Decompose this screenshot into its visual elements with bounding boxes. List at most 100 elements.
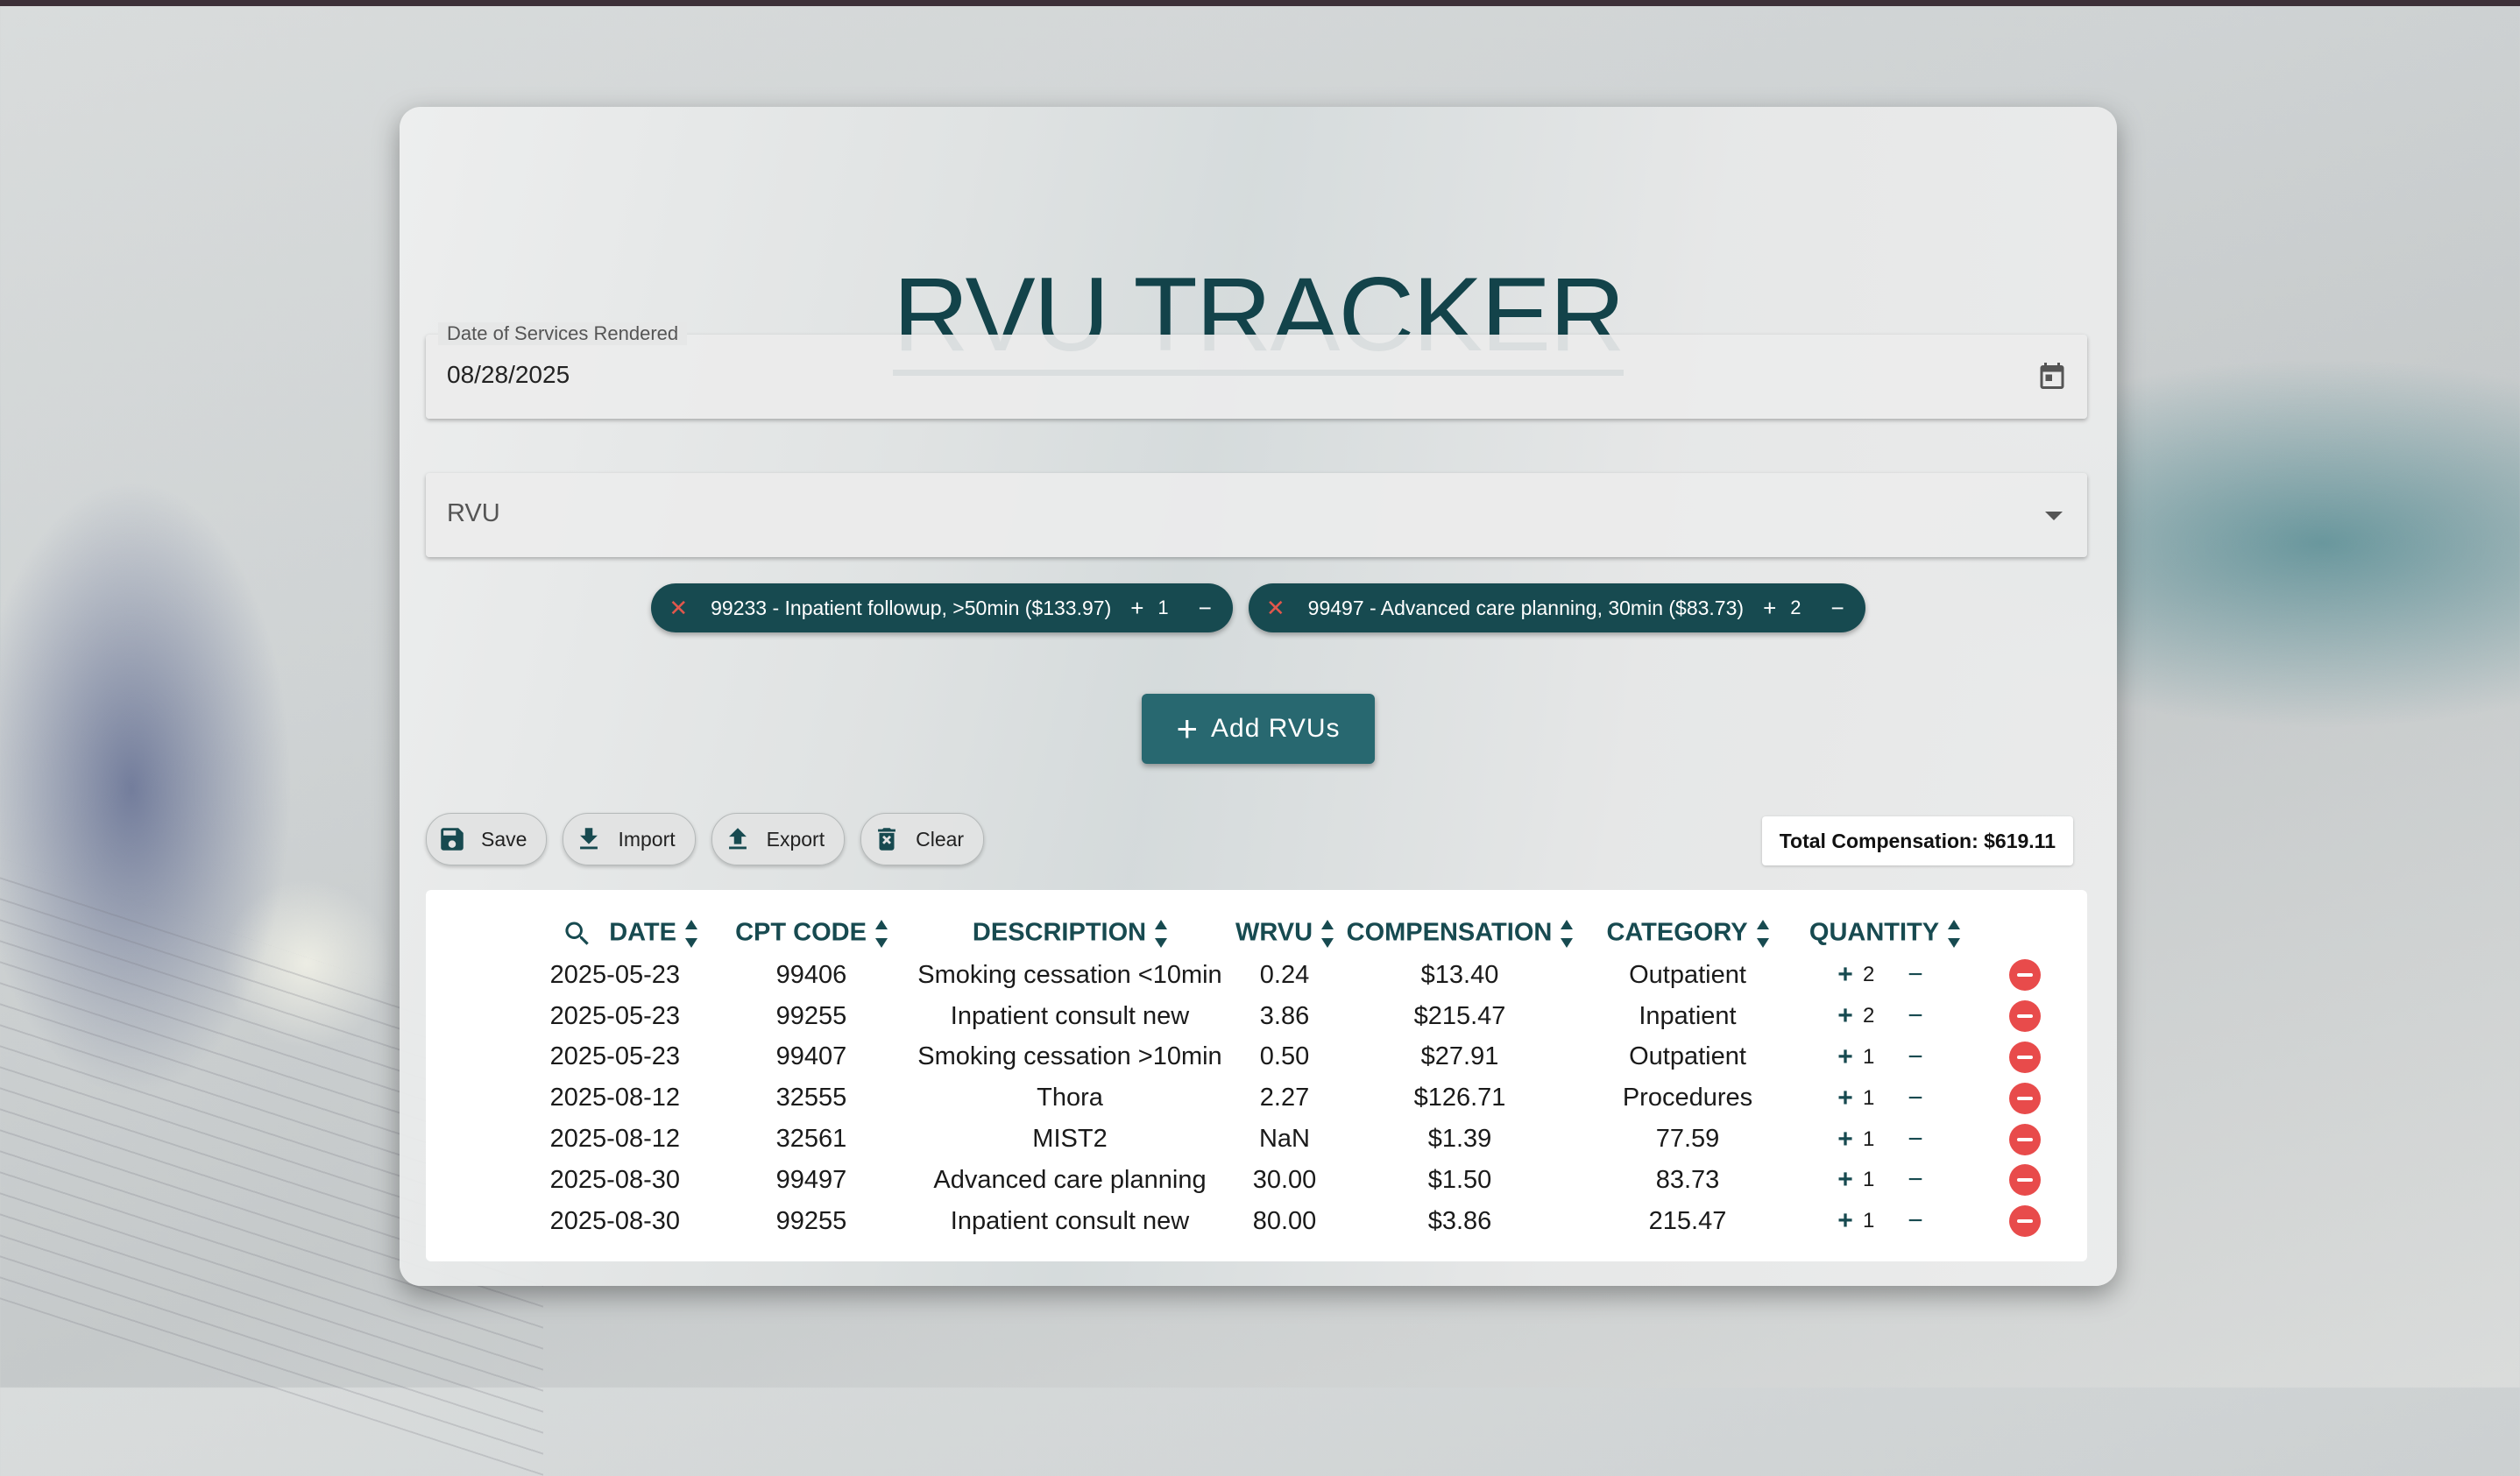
date-field[interactable]: Date of Services Rendered 08/28/2025 <box>426 322 2087 419</box>
table-header-cpt[interactable]: CPT CODE <box>715 913 908 955</box>
cell-description: Thora <box>1037 1084 1103 1112</box>
chip-quantity: 1 <box>1157 597 1169 618</box>
sort-icon[interactable] <box>1321 918 1334 950</box>
delete-row-icon[interactable] <box>2009 1041 2041 1073</box>
decrement-quantity-button[interactable]: − <box>1889 1125 1942 1155</box>
cell-cpt: 32561 <box>775 1125 847 1154</box>
increment-quantity-button[interactable]: + <box>1828 960 1863 990</box>
save-button[interactable]: Save <box>426 813 548 865</box>
delete-row-icon[interactable] <box>2009 1000 2041 1033</box>
decrement-quantity-button[interactable]: − <box>1889 1042 1942 1072</box>
cell-date: 2025-08-12 <box>549 1084 680 1112</box>
increment-quantity-button[interactable]: + <box>1828 1206 1863 1236</box>
cell-quantity: +2− <box>1793 955 1977 996</box>
cell-quantity: +1− <box>1793 1160 1977 1201</box>
quantity-value: 1 <box>1863 1168 1875 1192</box>
clear-label: Clear <box>916 827 965 851</box>
rvu-select-placeholder: RVU <box>447 499 500 527</box>
sort-icon[interactable] <box>874 918 888 950</box>
sort-icon[interactable] <box>1948 918 1961 950</box>
save-label: Save <box>481 827 527 851</box>
cell-wrvu: 2.27 <box>1259 1084 1310 1112</box>
cell-actions <box>1977 1037 2073 1078</box>
cell-compensation: $3.86 <box>1427 1206 1492 1235</box>
table-header-date[interactable]: DATE <box>443 913 715 955</box>
table-header-category[interactable]: CATEGORY <box>1582 913 1793 955</box>
delete-row-icon[interactable] <box>2009 1123 2041 1155</box>
increment-quantity-button[interactable]: + <box>1828 1125 1863 1155</box>
cell-actions <box>1977 1077 2073 1119</box>
total-compensation: Total Compensation: $619.11 <box>1761 816 2073 865</box>
cell-category: Outpatient <box>1629 1042 1746 1071</box>
delete-row-icon[interactable] <box>2009 959 2041 992</box>
chip-increment-button[interactable]: + <box>1763 595 1776 622</box>
increment-quantity-button[interactable]: + <box>1828 1042 1863 1072</box>
cell-compensation: $1.39 <box>1427 1125 1492 1154</box>
cell-quantity: +1− <box>1793 1037 1977 1078</box>
cell-description: Smoking cessation >10min <box>917 1042 1222 1071</box>
cell-category: 83.73 <box>1655 1165 1720 1194</box>
cell-quantity: +2− <box>1793 996 1977 1037</box>
chip-label: 99497 - Advanced care planning, 30min ($… <box>1307 596 1745 619</box>
chip-decrement-button[interactable]: − <box>1199 595 1212 622</box>
increment-quantity-button[interactable]: + <box>1828 1084 1863 1113</box>
table-row: 2025-08-12 32561 MIST2 NaN $1.39 77.59 +1− <box>443 1119 2073 1160</box>
decrement-quantity-button[interactable]: − <box>1889 1206 1942 1236</box>
cell-compensation: $215.47 <box>1413 1001 1506 1030</box>
table-header-description[interactable]: DESCRIPTION <box>908 913 1232 955</box>
date-input[interactable]: 08/28/2025 <box>447 361 570 389</box>
cell-cpt: 99407 <box>775 1042 847 1071</box>
import-button[interactable]: Import <box>563 813 696 865</box>
table-header-wrvu[interactable]: WRVU <box>1232 913 1337 955</box>
decrement-quantity-button[interactable]: − <box>1889 1165 1942 1195</box>
cell-actions <box>1977 955 2073 996</box>
cell-wrvu: 80.00 <box>1252 1206 1317 1235</box>
cell-description: Advanced care planning <box>933 1165 1207 1194</box>
cell-cpt: 99255 <box>775 1206 847 1235</box>
table-header-quantity[interactable]: QUANTITY <box>1793 913 1977 955</box>
chip-label: 99233 - Inpatient followup, >50min ($133… <box>711 596 1112 619</box>
cell-description: MIST2 <box>1032 1125 1108 1154</box>
decrement-quantity-button[interactable]: − <box>1889 960 1942 990</box>
delete-row-icon[interactable] <box>2009 1205 2041 1238</box>
chip-increment-button[interactable]: + <box>1130 595 1143 622</box>
cell-actions <box>1977 1201 2073 1242</box>
increment-quantity-button[interactable]: + <box>1828 1165 1863 1195</box>
search-icon[interactable] <box>562 918 593 950</box>
cell-category: 215.47 <box>1648 1206 1727 1235</box>
delete-row-icon[interactable] <box>2009 1082 2041 1114</box>
chevron-down-icon[interactable] <box>2045 512 2063 520</box>
cell-cpt: 32555 <box>775 1084 847 1112</box>
increment-quantity-button[interactable]: + <box>1828 1001 1863 1031</box>
cell-wrvu: 0.50 <box>1259 1042 1310 1071</box>
table-row: 2025-05-23 99407 Smoking cessation >10min 0… <box>443 1037 2073 1078</box>
cell-cpt: 99406 <box>775 960 847 989</box>
selected-rvu-chips: ✕ 99233 - Inpatient followup, >50min ($1… <box>400 583 2117 632</box>
decrement-quantity-button[interactable]: − <box>1889 1084 1942 1113</box>
chip-decrement-button[interactable]: − <box>1831 595 1844 622</box>
sort-icon[interactable] <box>685 918 697 950</box>
cell-actions <box>1977 1160 2073 1201</box>
table-row: 2025-08-30 99497 Advanced care planning 30.… <box>443 1160 2073 1201</box>
rvu-chip: ✕ 99233 - Inpatient followup, >50min ($1… <box>651 583 1233 632</box>
rvu-select[interactable]: RVU <box>426 473 2087 557</box>
sort-icon[interactable] <box>1756 918 1769 950</box>
cell-wrvu: 0.24 <box>1259 960 1310 989</box>
remove-chip-icon[interactable]: ✕ <box>1266 595 1285 622</box>
save-icon <box>441 828 464 851</box>
import-label: Import <box>618 827 676 851</box>
clear-button[interactable]: Clear <box>860 813 985 865</box>
delete-row-icon[interactable] <box>2009 1164 2041 1197</box>
decrement-quantity-button[interactable]: − <box>1889 1001 1942 1031</box>
table-header-compensation[interactable]: COMPENSATION <box>1337 913 1582 955</box>
cell-date: 2025-05-23 <box>549 960 680 989</box>
cell-cpt: 99255 <box>775 1001 847 1030</box>
sort-icon[interactable] <box>1155 918 1168 950</box>
calendar-icon[interactable] <box>2036 359 2068 392</box>
export-button[interactable]: Export <box>711 813 846 865</box>
date-field-label: Date of Services Rendered <box>438 322 688 345</box>
add-rvus-button[interactable]: + Add RVUs <box>1142 694 1375 764</box>
sort-icon[interactable] <box>1561 918 1574 950</box>
remove-chip-icon[interactable]: ✕ <box>669 595 688 622</box>
download-icon <box>580 828 598 850</box>
